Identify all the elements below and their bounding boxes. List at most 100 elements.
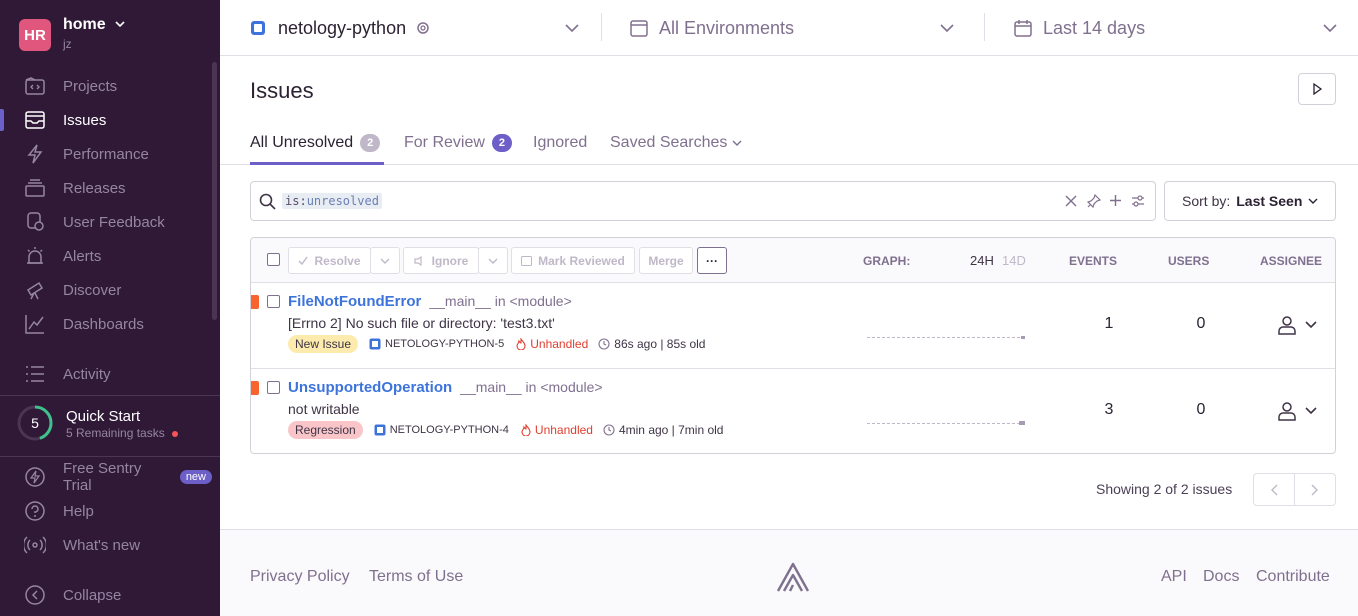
new-badge: new xyxy=(179,470,212,484)
sidebar-item-label: Collapse xyxy=(63,586,122,604)
sidebar-item-help[interactable]: Help xyxy=(0,494,212,528)
question-icon xyxy=(24,500,46,522)
sidebar-item-label: Dashboards xyxy=(63,315,144,333)
docs-link[interactable]: Docs xyxy=(1203,568,1239,586)
plus-icon[interactable] xyxy=(1109,194,1122,207)
siren-icon xyxy=(24,245,46,267)
issue-location: __main__ in <module> xyxy=(429,293,572,309)
date-range-selector[interactable]: Last 14 days xyxy=(1014,0,1338,56)
more-actions-button[interactable]: ··· xyxy=(697,247,727,274)
sidebar-item-label: Activity xyxy=(63,365,111,383)
issue-title-link[interactable]: UnsupportedOperation xyxy=(288,379,452,396)
unhandled-label: Unhandled xyxy=(530,337,589,351)
assignee-header: ASSIGNEE xyxy=(1260,254,1323,268)
sidebar-item-free-trial[interactable]: Free Sentry Trial new xyxy=(0,460,212,494)
level-indicator xyxy=(251,295,259,309)
sidebar-item-alerts[interactable]: Alerts xyxy=(0,239,212,273)
footer: Privacy Policy Terms of Use API Docs Con… xyxy=(220,529,1358,616)
sort-value: Last Seen xyxy=(1236,193,1303,209)
range-14d-toggle[interactable]: 14d xyxy=(1002,253,1026,268)
issue-short-id[interactable]: NETOLOGY-PYTHON-5 xyxy=(385,338,504,350)
row-checkbox[interactable] xyxy=(267,295,280,308)
ignore-button[interactable]: Ignore xyxy=(403,247,479,274)
issue-age: 4min ago | 7min old xyxy=(618,423,724,437)
select-all-checkbox[interactable] xyxy=(267,253,280,266)
privacy-policy-link[interactable]: Privacy Policy xyxy=(250,568,350,586)
resolve-dropdown[interactable] xyxy=(370,247,400,274)
api-link[interactable]: API xyxy=(1161,568,1187,586)
assignee-selector[interactable] xyxy=(1277,315,1317,335)
issue-short-id[interactable]: NETOLOGY-PYTHON-4 xyxy=(390,424,509,436)
filter-sliders-icon[interactable] xyxy=(1131,194,1145,208)
sidebar-scrollbar[interactable] xyxy=(212,62,217,320)
issues-toolbar: Resolve Ignore Mark Reviewed Merge ··· G… xyxy=(251,238,1335,283)
sidebar-item-dashboards[interactable]: Dashboards xyxy=(0,307,212,341)
contribute-link[interactable]: Contribute xyxy=(1256,568,1330,586)
user-count: 0 xyxy=(1196,315,1206,332)
resolve-button[interactable]: Resolve xyxy=(288,247,371,274)
sidebar-item-user-feedback[interactable]: User Feedback xyxy=(0,205,212,239)
realtime-button[interactable] xyxy=(1298,73,1336,105)
feedback-icon xyxy=(24,211,46,233)
search-token: is:unresolved xyxy=(282,193,382,209)
sidebar-item-label: Issues xyxy=(63,111,107,129)
sidebar-item-whats-new[interactable]: What's new xyxy=(0,528,212,562)
previous-page-button[interactable] xyxy=(1253,473,1295,506)
merge-button[interactable]: Merge xyxy=(639,247,693,274)
chevron-right-icon xyxy=(1311,484,1318,495)
assignee-selector[interactable] xyxy=(1277,401,1317,421)
mute-icon xyxy=(414,255,422,266)
new-issue-badge: New Issue xyxy=(288,335,359,353)
environment-label: All Environments xyxy=(659,17,795,38)
sidebar-item-projects[interactable]: Projects xyxy=(0,69,212,103)
sidebar-item-performance[interactable]: Performance xyxy=(0,137,212,171)
sidebar-item-label: What's new xyxy=(63,536,141,554)
sort-dropdown[interactable]: Sort by: Last Seen xyxy=(1164,181,1336,221)
table-row[interactable]: FileNotFoundError __main__ in <module> [E… xyxy=(251,283,1335,369)
project-name: netology-python xyxy=(278,17,407,38)
project-selector[interactable]: netology-python xyxy=(250,0,580,56)
ellipsis-icon: ··· xyxy=(706,253,718,268)
table-row[interactable]: UnsupportedOperation __main__ in <module>… xyxy=(251,369,1335,453)
user-icon xyxy=(1278,316,1296,335)
tab-underline xyxy=(250,162,384,165)
quick-start-subtitle: 5 Remaining tasks xyxy=(66,426,165,440)
close-icon[interactable] xyxy=(1065,195,1077,207)
gear-icon[interactable] xyxy=(415,20,431,36)
tabs-border xyxy=(220,164,1358,165)
tab-all-unresolved[interactable]: All Unresolved 2 xyxy=(250,132,381,154)
pin-icon[interactable] xyxy=(1087,194,1101,208)
chevron-left-circle-icon xyxy=(24,584,46,606)
sidebar-item-label: Releases xyxy=(63,179,126,197)
next-page-button[interactable] xyxy=(1294,473,1336,506)
mark-reviewed-button[interactable]: Mark Reviewed xyxy=(511,247,635,274)
environment-selector[interactable]: All Environments xyxy=(630,0,955,56)
telescope-icon xyxy=(24,279,46,301)
terms-of-use-link[interactable]: Terms of Use xyxy=(369,568,463,586)
chevron-down-icon xyxy=(1323,24,1337,33)
clock-icon xyxy=(598,338,610,350)
quick-start-count: 5 xyxy=(31,415,39,431)
chart-icon xyxy=(24,313,46,335)
sidebar: HR home jz Projects Issues Performance R… xyxy=(0,0,220,616)
tab-ignored[interactable]: Ignored xyxy=(533,132,587,154)
issue-message: not writable xyxy=(288,401,360,417)
tab-label: Ignored xyxy=(533,134,588,151)
event-count: 1 xyxy=(1104,315,1114,332)
issue-title-link[interactable]: FileNotFoundError xyxy=(288,293,421,310)
sidebar-item-activity[interactable]: Activity xyxy=(0,357,212,391)
sidebar-item-issues[interactable]: Issues xyxy=(0,103,212,137)
sidebar-item-releases[interactable]: Releases xyxy=(0,171,212,205)
token-key: is: xyxy=(285,194,307,208)
search-input[interactable]: is:unresolved xyxy=(250,181,1156,221)
row-checkbox[interactable] xyxy=(267,381,280,394)
range-24h-toggle[interactable]: 24h xyxy=(970,253,994,268)
sidebar-item-label: Projects xyxy=(63,77,118,95)
org-switcher[interactable]: HR home jz xyxy=(19,16,125,51)
sidebar-collapse[interactable]: Collapse xyxy=(0,578,212,612)
ignore-dropdown[interactable] xyxy=(478,247,508,274)
sidebar-item-discover[interactable]: Discover xyxy=(0,273,212,307)
issues-icon xyxy=(24,109,46,131)
tab-for-review[interactable]: For Review 2 xyxy=(404,132,512,154)
tab-saved-searches[interactable]: Saved Searches xyxy=(610,132,742,154)
